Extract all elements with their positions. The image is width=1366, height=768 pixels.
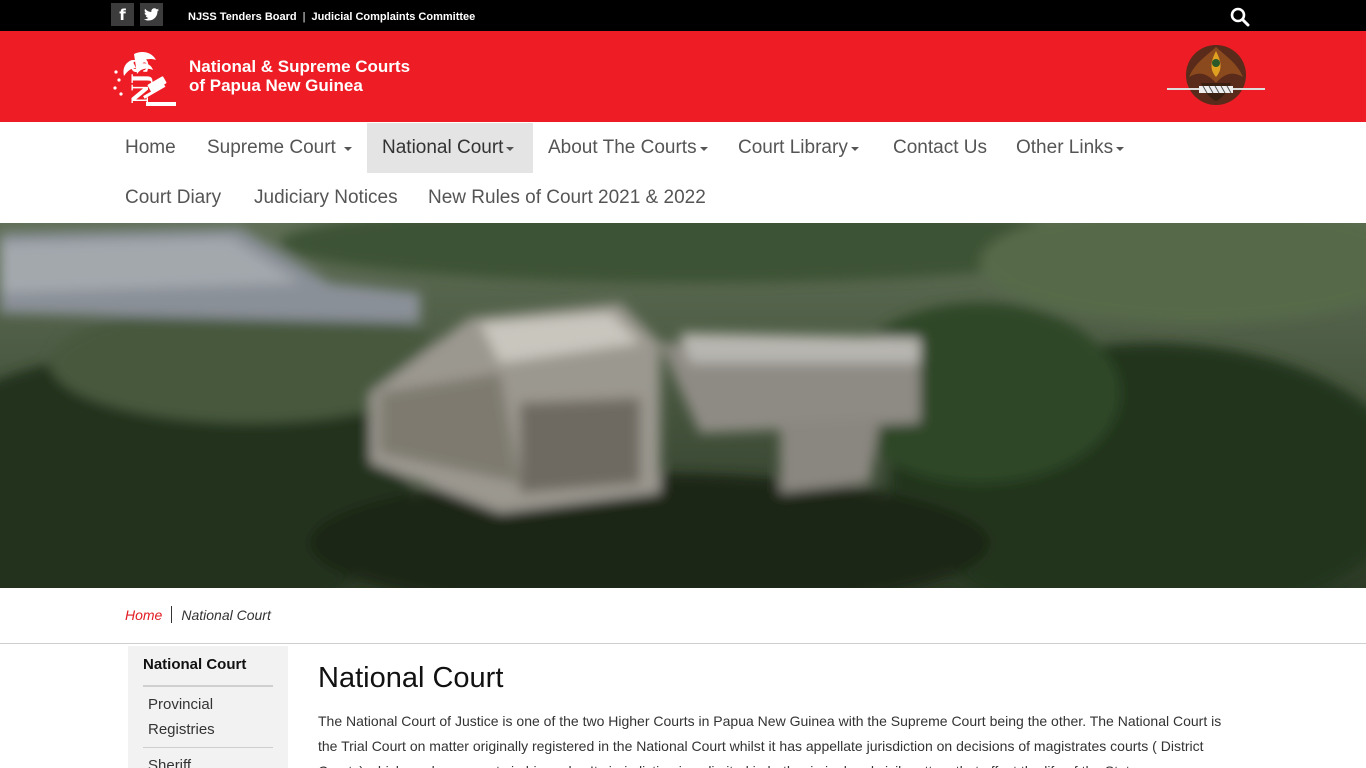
sidebar: National Court Provincial Registries She… bbox=[128, 646, 288, 768]
sidebar-title: National Court bbox=[143, 656, 247, 673]
search-icon[interactable] bbox=[1230, 7, 1250, 27]
breadcrumb-separator bbox=[171, 606, 173, 623]
facebook-glyph: f bbox=[119, 5, 126, 24]
nav-judiciary-notices[interactable]: Judiciary Notices bbox=[239, 173, 413, 223]
nav-new-rules-label: New Rules of Court 2021 & 2022 bbox=[428, 187, 706, 208]
breadcrumb-home[interactable]: Home bbox=[125, 607, 162, 623]
nav-home-label: Home bbox=[125, 137, 176, 158]
top-links-separator: | bbox=[302, 11, 306, 23]
nav-court-library-label: Court Library bbox=[738, 137, 848, 158]
facebook-icon[interactable]: f bbox=[111, 3, 134, 26]
national-crest-icon bbox=[1167, 45, 1265, 105]
chevron-down-icon bbox=[1116, 147, 1125, 151]
site-title-line2: of Papua New Guinea bbox=[189, 76, 363, 95]
nav-judiciary-notices-label: Judiciary Notices bbox=[254, 187, 398, 208]
logo-lettering: NJS bbox=[128, 58, 154, 104]
chevron-down-icon bbox=[699, 147, 708, 151]
top-links: NJSS Tenders Board | Judicial Complaints… bbox=[188, 11, 475, 23]
nav-court-library[interactable]: Court Library bbox=[723, 123, 874, 173]
nav-home[interactable]: Home bbox=[110, 123, 191, 173]
chevron-down-icon bbox=[850, 147, 859, 151]
breadcrumb-divider bbox=[0, 643, 1366, 644]
sidebar-divider bbox=[143, 685, 273, 687]
hero-courthouse-image bbox=[0, 223, 1366, 588]
sidebar-item-sheriff[interactable]: Sheriff bbox=[148, 753, 268, 768]
nav-about-the-courts[interactable]: About The Courts bbox=[533, 123, 723, 173]
main-nav: Home Supreme Court National Court About … bbox=[0, 122, 1366, 223]
hero-banner bbox=[0, 223, 1366, 588]
nav-new-rules[interactable]: New Rules of Court 2021 & 2022 bbox=[413, 173, 721, 223]
chevron-down-icon bbox=[506, 147, 515, 151]
sidebar-item-provincial-registries[interactable]: Provincial Registries bbox=[148, 692, 268, 742]
nav-national-court[interactable]: National Court bbox=[367, 123, 533, 173]
nav-supreme-court-label: Supreme Court bbox=[207, 137, 336, 158]
judicial-complaints-link[interactable]: Judicial Complaints Committee bbox=[311, 11, 475, 23]
nav-contact-us[interactable]: Contact Us bbox=[878, 123, 1002, 173]
site-title[interactable]: National & Supreme Courts of Papua New G… bbox=[189, 57, 410, 95]
nav-other-links[interactable]: Other Links bbox=[1001, 123, 1139, 173]
nav-contact-label: Contact Us bbox=[893, 137, 987, 158]
twitter-icon[interactable] bbox=[140, 3, 163, 26]
sidebar-item-divider bbox=[143, 747, 273, 748]
site-title-line1: National & Supreme Courts bbox=[189, 57, 411, 76]
nav-about-label: About The Courts bbox=[548, 137, 697, 158]
page-title: National Court bbox=[318, 662, 504, 694]
nav-other-links-label: Other Links bbox=[1016, 137, 1114, 158]
page-body-text: The National Court of Justice is one of … bbox=[318, 713, 1222, 768]
njs-logo[interactable]: NJS bbox=[112, 50, 178, 112]
tenders-board-link[interactable]: NJSS Tenders Board bbox=[188, 11, 297, 23]
breadcrumb-current: National Court bbox=[181, 606, 271, 623]
nav-national-court-label: National Court bbox=[382, 137, 504, 158]
twitter-bird-icon bbox=[144, 8, 159, 21]
site-header: NJS National & Supreme Courts of Papua N… bbox=[0, 31, 1366, 122]
nav-supreme-court[interactable]: Supreme Court bbox=[192, 123, 367, 173]
breadcrumb: Home National Court bbox=[125, 606, 271, 623]
nav-court-diary[interactable]: Court Diary bbox=[110, 173, 236, 223]
top-bar: f NJSS Tenders Board | Judicial Complain… bbox=[0, 0, 1366, 31]
chevron-down-icon bbox=[343, 147, 352, 151]
nav-court-diary-label: Court Diary bbox=[125, 187, 222, 208]
